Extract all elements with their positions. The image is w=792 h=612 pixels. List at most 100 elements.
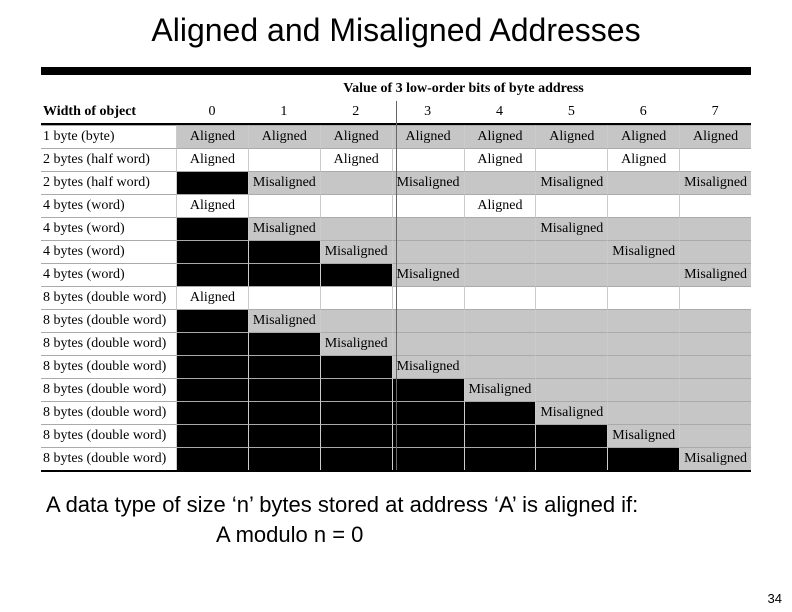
table-cell: [679, 240, 751, 263]
table-cell: [535, 447, 607, 470]
table-cell: [176, 240, 248, 263]
table-cell: [248, 447, 320, 470]
table-cell: Aligned: [176, 148, 248, 171]
table-cell: [176, 171, 248, 194]
table-cell: [392, 401, 464, 424]
table-cell: [535, 148, 607, 171]
table-cell: Misaligned: [248, 171, 320, 194]
col-header-2: 2: [320, 101, 392, 125]
table-cell: [607, 401, 679, 424]
table-cell: Aligned: [176, 125, 248, 148]
table-cell: [248, 286, 320, 309]
table-cell: [176, 217, 248, 240]
slide-title: Aligned and Misaligned Addresses: [40, 12, 752, 49]
table-cell: [535, 309, 607, 332]
table-cell: Aligned: [248, 125, 320, 148]
table-cell: [679, 217, 751, 240]
table-cell: [320, 378, 392, 401]
page-number: 34: [768, 591, 782, 606]
col-header-6: 6: [607, 101, 679, 125]
table-cell: Aligned: [176, 194, 248, 217]
table-cell: Misaligned: [607, 240, 679, 263]
table-cell: [535, 286, 607, 309]
table-cell: [607, 171, 679, 194]
table-cell: [176, 355, 248, 378]
table-cell: Aligned: [679, 125, 751, 148]
table-cell: [535, 332, 607, 355]
table-cell: [392, 148, 464, 171]
table-cell: Misaligned: [392, 171, 464, 194]
table-cell: Misaligned: [679, 171, 751, 194]
table-cell: [464, 240, 536, 263]
row-label: 4 bytes (word): [41, 217, 176, 240]
row-label: 8 bytes (double word): [41, 401, 176, 424]
alignment-table: Width of object 012345671 byte (byte)Ali…: [41, 101, 751, 472]
table-cell: Misaligned: [392, 355, 464, 378]
table-cell: Aligned: [464, 194, 536, 217]
table-cell: Aligned: [464, 148, 536, 171]
table-cell: [248, 378, 320, 401]
slide: Aligned and Misaligned Addresses Value o…: [0, 0, 792, 549]
col-header-0: 0: [176, 101, 248, 125]
table-cell: [535, 240, 607, 263]
caption-line-2: A modulo n = 0: [46, 520, 752, 550]
table-cell: [464, 424, 536, 447]
table-cell: [320, 194, 392, 217]
table-cell: [248, 194, 320, 217]
table-cell: [176, 447, 248, 470]
table-cell: [392, 424, 464, 447]
table-cell: Misaligned: [320, 332, 392, 355]
table-cell: [392, 286, 464, 309]
table-cell: [535, 355, 607, 378]
table-cell: [248, 355, 320, 378]
table-cell: [679, 286, 751, 309]
table-cell: [392, 194, 464, 217]
table-cell: [607, 194, 679, 217]
table-cell: Aligned: [320, 148, 392, 171]
table-cell: Misaligned: [607, 424, 679, 447]
table-cell: Misaligned: [248, 309, 320, 332]
col-header-1: 1: [248, 101, 320, 125]
row-label: 4 bytes (word): [41, 240, 176, 263]
table-cell: Aligned: [176, 286, 248, 309]
row-label: 8 bytes (double word): [41, 378, 176, 401]
table-cell: [248, 332, 320, 355]
table-cell: [176, 401, 248, 424]
table-cell: [679, 355, 751, 378]
table-cell: [535, 424, 607, 447]
table-cell: [320, 401, 392, 424]
table-cell: [392, 447, 464, 470]
table-cell: [679, 332, 751, 355]
table-cell: [607, 217, 679, 240]
table-cell: Misaligned: [535, 217, 607, 240]
col-header-5: 5: [535, 101, 607, 125]
table-cell: [248, 240, 320, 263]
row-label: 8 bytes (double word): [41, 424, 176, 447]
table-cell: [320, 355, 392, 378]
table-cell: [679, 401, 751, 424]
table-cell: Misaligned: [535, 401, 607, 424]
table-cell: [679, 194, 751, 217]
table-cell: Misaligned: [679, 263, 751, 286]
col-header-4: 4: [464, 101, 536, 125]
table-cell: Misaligned: [464, 378, 536, 401]
table-cell: [464, 171, 536, 194]
row-label: 4 bytes (word): [41, 263, 176, 286]
table-cell: [607, 332, 679, 355]
table-cell: [320, 424, 392, 447]
table-cell: [607, 263, 679, 286]
table-cell: [176, 332, 248, 355]
table-cell: [535, 263, 607, 286]
table-cell: [679, 424, 751, 447]
table-cell: Misaligned: [320, 240, 392, 263]
table-cell: [392, 332, 464, 355]
table-cell: Aligned: [607, 125, 679, 148]
table-cell: [535, 378, 607, 401]
table-cell: [607, 378, 679, 401]
table-cell: Misaligned: [392, 263, 464, 286]
figure-top-rule: [41, 67, 751, 75]
table-cell: [320, 447, 392, 470]
table-cell: [176, 309, 248, 332]
table-cell: [392, 309, 464, 332]
table-cell: [320, 286, 392, 309]
